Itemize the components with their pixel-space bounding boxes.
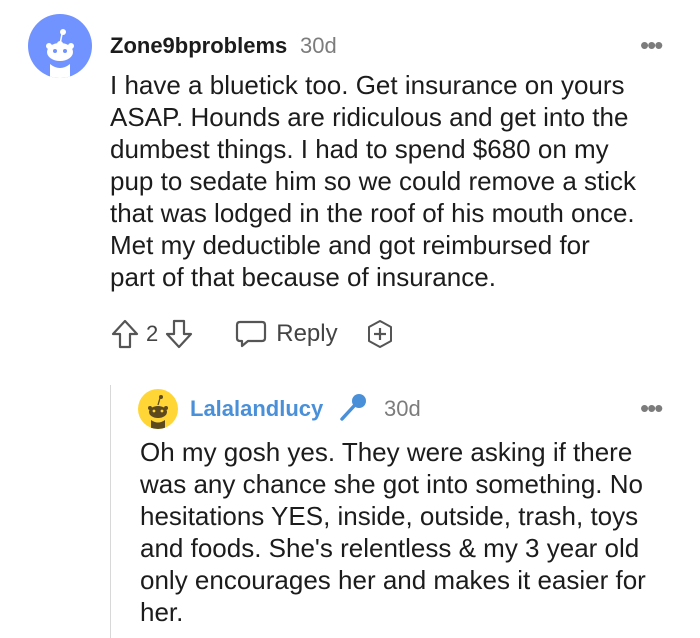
speech-bubble-icon: [236, 320, 267, 348]
reply-line: Oh my gosh yes. They were asking if ther…: [140, 437, 633, 467]
reply-line: and foods. She's relentless & my 3 year …: [140, 533, 640, 563]
reply-label: Reply: [276, 320, 338, 347]
comment-line: Met my deductible and got reimbursed for: [110, 230, 590, 260]
reply-more-options-button[interactable]: •••: [640, 395, 663, 421]
add-award-icon[interactable]: [364, 318, 396, 350]
comment-line: ASAP. Hounds are ridiculous and get into…: [110, 102, 629, 132]
reply-line: her.: [140, 597, 184, 627]
reply-timestamp: 30d: [384, 396, 421, 421]
arrow-up-icon[interactable]: [110, 318, 140, 350]
comment-line: pup to sedate him so we could remove a s…: [110, 166, 637, 196]
reply-avatar[interactable]: [138, 389, 178, 429]
reply-line: only encourages her and makes it easier …: [140, 565, 646, 595]
reply-button[interactable]: Reply: [234, 319, 338, 349]
comment-action-bar: 2 Reply: [110, 318, 396, 350]
thread-line[interactable]: [110, 385, 111, 638]
reply-username[interactable]: Lalalandlucy: [190, 396, 323, 422]
vote-count: 2: [146, 321, 159, 346]
comment-line: part of that because of insurance.: [110, 262, 496, 292]
comment-username[interactable]: Zone9bproblems: [110, 33, 287, 59]
reddit-snoo-avatar-icon: [148, 395, 168, 429]
reply-line: hesitations YES, inside, outside, trash,…: [140, 501, 639, 531]
comment-line: I have a bluetick too. Get insurance on …: [110, 70, 625, 100]
avatar[interactable]: [28, 14, 92, 78]
arrow-down-icon[interactable]: [164, 318, 194, 350]
reddit-snoo-avatar-icon: [46, 29, 74, 78]
comment-line: dumbest things. I had to spend $680 on m…: [110, 134, 609, 164]
comment-more-options-button[interactable]: •••: [640, 32, 663, 58]
comment-timestamp: 30d: [300, 33, 337, 58]
microphone-icon: [336, 390, 370, 429]
reply-line: was any chance she got into something. N…: [140, 469, 643, 499]
comment-line: that was lodged in the roof of his mouth…: [110, 198, 635, 228]
